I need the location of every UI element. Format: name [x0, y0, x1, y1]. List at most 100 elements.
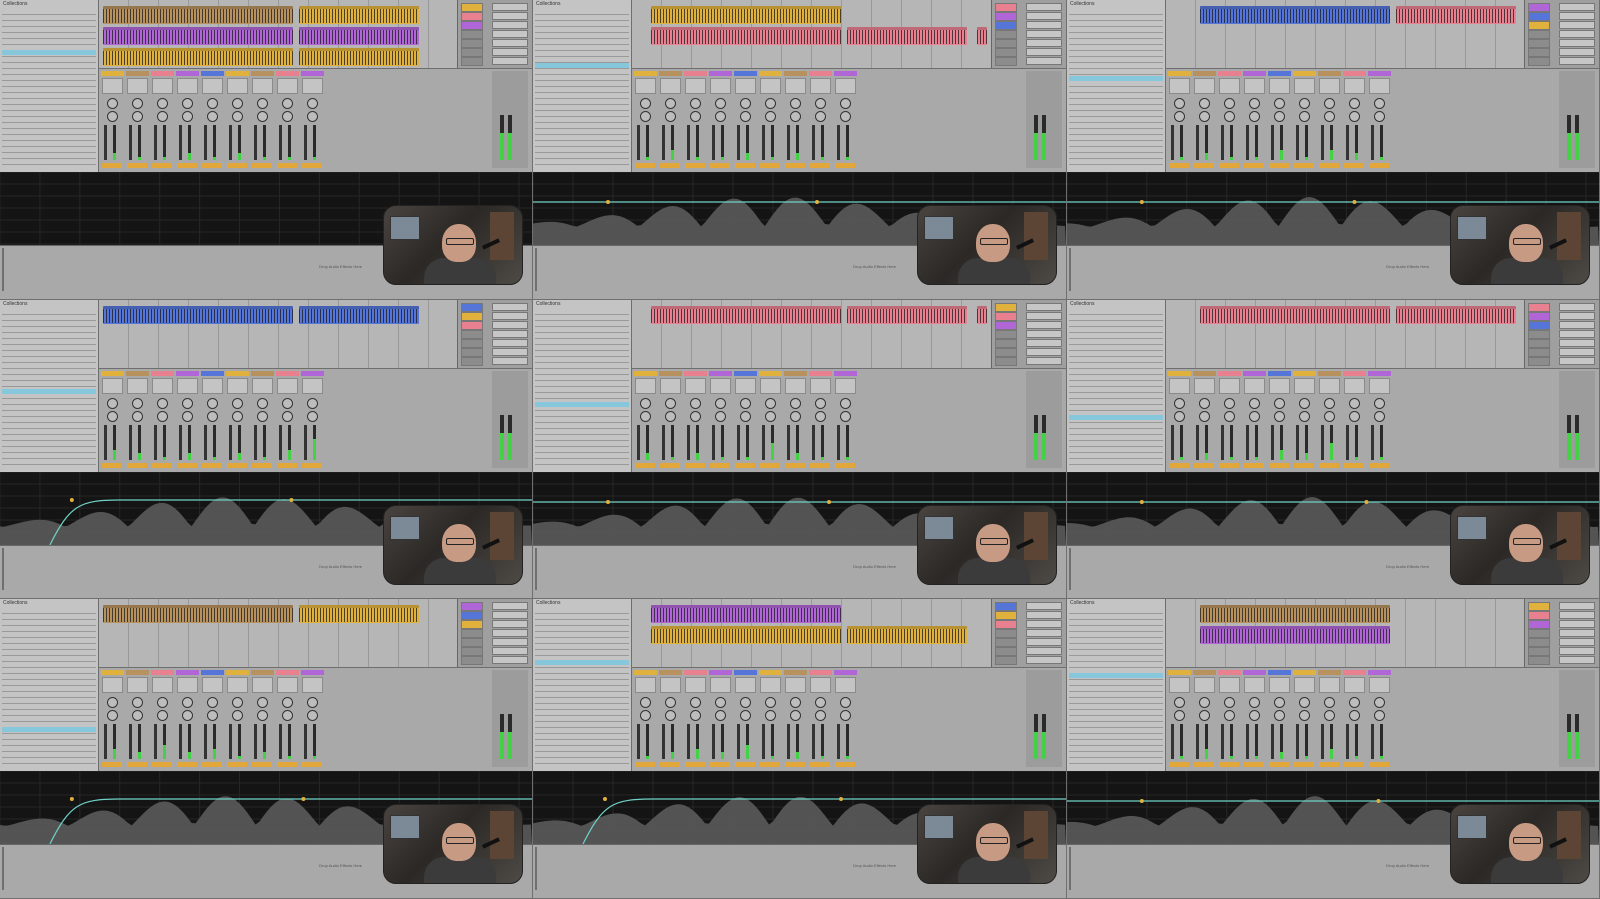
volume-fader-icon[interactable] [812, 724, 815, 759]
audio-clip[interactable] [299, 306, 419, 324]
clip-slot-panel[interactable] [457, 300, 532, 368]
mixer-strip-drums[interactable] [151, 670, 174, 767]
clip-slot[interactable] [995, 611, 1017, 620]
send-b-knob-icon[interactable] [132, 710, 143, 721]
io-routing[interactable] [127, 78, 148, 94]
track-number[interactable] [152, 463, 172, 468]
volume-fader-icon[interactable] [1296, 724, 1299, 759]
volume-fader-icon[interactable] [1221, 425, 1224, 460]
mixer-strip-bass[interactable] [126, 71, 149, 168]
track-number[interactable] [685, 163, 705, 168]
clip-slot[interactable] [1528, 357, 1550, 366]
browser-list[interactable] [2, 310, 96, 468]
track-number[interactable] [1294, 762, 1314, 767]
volume-fader-icon[interactable] [279, 125, 282, 160]
mixer-strip-keys[interactable] [1243, 670, 1266, 767]
clip-slot[interactable] [1528, 330, 1550, 339]
mixer-strip-bus[interactable] [301, 670, 324, 767]
clip-slot[interactable] [461, 48, 483, 57]
track-name[interactable] [251, 71, 274, 76]
send-b-knob-icon[interactable] [1274, 111, 1285, 122]
mixer-strip-keys[interactable] [709, 670, 732, 767]
io-routing[interactable] [302, 378, 323, 394]
track-number[interactable] [1219, 463, 1239, 468]
send-b-knob-icon[interactable] [232, 111, 243, 122]
clip-slot[interactable] [1528, 3, 1550, 12]
track-number[interactable] [1194, 463, 1214, 468]
send-a-knob-icon[interactable] [1199, 697, 1210, 708]
browser-selected-item[interactable] [535, 63, 629, 68]
mixer-strip-audio[interactable] [634, 71, 657, 168]
browser-list[interactable] [535, 310, 629, 468]
track-name[interactable] [1293, 71, 1316, 76]
clip-slot[interactable] [461, 30, 483, 39]
arrangement-view[interactable] [99, 0, 458, 68]
clip-slot[interactable] [995, 348, 1017, 357]
io-routing[interactable] [835, 378, 856, 394]
send-a-knob-icon[interactable] [1324, 697, 1335, 708]
io-routing[interactable] [1269, 677, 1290, 693]
browser-list[interactable] [535, 609, 629, 767]
device-panel[interactable] [1069, 847, 1071, 890]
volume-fader-icon[interactable] [812, 425, 815, 460]
track-number[interactable] [710, 163, 730, 168]
track-number[interactable] [710, 463, 730, 468]
volume-fader-icon[interactable] [687, 125, 690, 160]
clip-slot[interactable] [995, 39, 1017, 48]
io-routing[interactable] [710, 378, 731, 394]
volume-fader-icon[interactable] [104, 425, 107, 460]
track-number[interactable] [277, 762, 297, 767]
mixer-strip-pad[interactable] [784, 670, 807, 767]
track-name[interactable] [1243, 371, 1266, 376]
send-b-knob-icon[interactable] [307, 111, 318, 122]
send-b-knob-icon[interactable] [132, 111, 143, 122]
mixer-strip-audio[interactable] [634, 371, 657, 468]
device-panel[interactable] [2, 248, 4, 291]
send-a-knob-icon[interactable] [157, 98, 168, 109]
send-a-knob-icon[interactable] [740, 98, 751, 109]
send-a-knob-icon[interactable] [282, 697, 293, 708]
volume-fader-icon[interactable] [1246, 125, 1249, 160]
io-routing[interactable] [277, 677, 298, 693]
mixer-strip-audio[interactable] [101, 371, 124, 468]
send-a-knob-icon[interactable] [1374, 697, 1385, 708]
io-routing[interactable] [1194, 378, 1215, 394]
volume-fader-icon[interactable] [1271, 724, 1274, 759]
track-number[interactable] [1344, 463, 1364, 468]
device-panel[interactable] [535, 847, 537, 890]
send-a-knob-icon[interactable] [690, 398, 701, 409]
io-routing[interactable] [177, 677, 198, 693]
track-name[interactable] [201, 670, 224, 675]
track-name[interactable] [276, 670, 299, 675]
volume-fader-icon[interactable] [304, 724, 307, 759]
send-b-knob-icon[interactable] [815, 111, 826, 122]
track-number[interactable] [302, 463, 322, 468]
mixer-strip-pad[interactable] [251, 71, 274, 168]
track-name[interactable] [126, 71, 149, 76]
mixer-strip-fx[interactable] [759, 71, 782, 168]
track-name[interactable] [734, 371, 757, 376]
mixer-strip-keys[interactable] [176, 670, 199, 767]
volume-fader-icon[interactable] [204, 724, 207, 759]
track-name[interactable] [1318, 670, 1341, 675]
clip-slot[interactable] [461, 357, 483, 366]
io-routing[interactable] [252, 78, 273, 94]
io-routing[interactable] [227, 378, 248, 394]
volume-fader-icon[interactable] [1246, 425, 1249, 460]
track-name[interactable] [784, 670, 807, 675]
mixer-strip-bus[interactable] [834, 71, 857, 168]
send-b-knob-icon[interactable] [307, 411, 318, 422]
track-number[interactable] [760, 163, 780, 168]
clip-slot[interactable] [995, 620, 1017, 629]
io-routing[interactable] [277, 378, 298, 394]
volume-fader-icon[interactable] [762, 425, 765, 460]
volume-fader-icon[interactable] [837, 125, 840, 160]
send-a-knob-icon[interactable] [1324, 98, 1335, 109]
send-b-knob-icon[interactable] [715, 411, 726, 422]
send-b-knob-icon[interactable] [765, 111, 776, 122]
clip-slot[interactable] [995, 30, 1017, 39]
master-strip[interactable] [1559, 371, 1595, 468]
io-routing[interactable] [760, 78, 781, 94]
audio-clip[interactable] [1396, 6, 1516, 24]
send-b-knob-icon[interactable] [815, 411, 826, 422]
